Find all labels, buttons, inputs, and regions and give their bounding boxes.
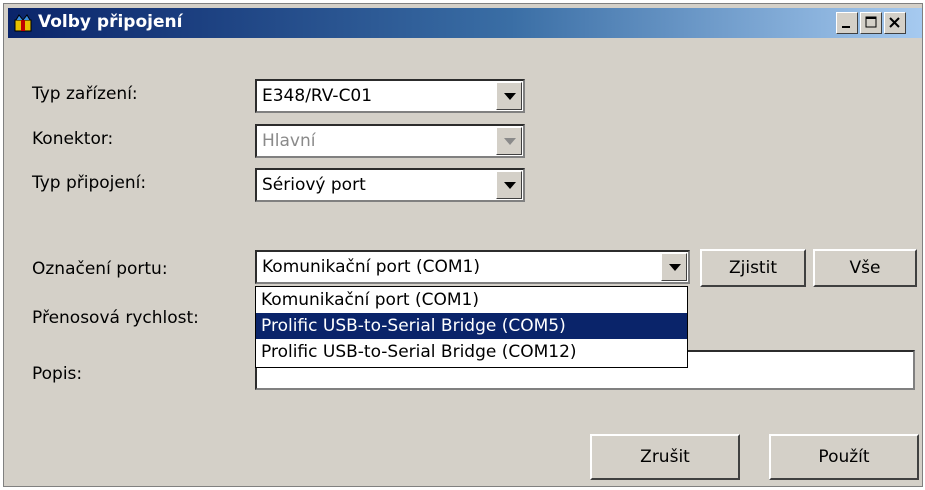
device-type-label: Typ zařízení: xyxy=(32,84,138,104)
baud-rate-label: Přenosová rychlost: xyxy=(32,308,199,328)
connector-select: Hlavní xyxy=(255,124,525,158)
device-type-select[interactable]: E348/RV-C01 xyxy=(255,79,525,113)
port-dropdown-button[interactable] xyxy=(661,253,687,281)
app-icon xyxy=(14,14,32,32)
connector-label: Konektor: xyxy=(32,129,114,149)
description-label: Popis: xyxy=(32,364,83,384)
connector-value: Hlavní xyxy=(262,131,316,151)
minimize-button[interactable] xyxy=(836,12,858,34)
cancel-button[interactable]: Zrušit xyxy=(590,434,740,480)
apply-button[interactable]: Použít xyxy=(769,434,919,480)
device-type-value: E348/RV-C01 xyxy=(262,86,373,106)
all-button[interactable]: Vše xyxy=(813,249,917,287)
connection-type-select[interactable]: Sériový port xyxy=(255,168,525,202)
close-button[interactable] xyxy=(884,12,906,34)
port-select[interactable]: Komunikační port (COM1) xyxy=(255,250,690,284)
port-label: Označení portu: xyxy=(32,259,168,279)
port-option[interactable]: Prolific USB-to-Serial Bridge (COM12) xyxy=(256,339,687,365)
connector-dropdown-button xyxy=(496,127,522,155)
window-title: Volby připojení xyxy=(38,12,183,32)
connection-type-value: Sériový port xyxy=(262,175,366,195)
detect-button[interactable]: Zjistit xyxy=(700,249,806,287)
port-value: Komunikační port (COM1) xyxy=(262,257,480,277)
chevron-down-icon xyxy=(504,138,516,145)
port-options-list[interactable]: Komunikační port (COM1) Prolific USB-to-… xyxy=(255,286,688,368)
port-option[interactable]: Komunikační port (COM1) xyxy=(256,287,687,313)
chevron-down-icon xyxy=(504,93,516,100)
device-type-dropdown-button[interactable] xyxy=(496,82,522,110)
chevron-down-icon xyxy=(504,182,516,189)
connection-type-dropdown-button[interactable] xyxy=(496,171,522,199)
connection-options-dialog: Volby připojení xyxy=(3,3,923,487)
connection-type-label: Typ připojení: xyxy=(32,173,147,193)
port-option-highlighted[interactable]: Prolific USB-to-Serial Bridge (COM5) xyxy=(256,313,687,339)
title-bar[interactable]: Volby připojení xyxy=(8,8,922,38)
maximize-button[interactable] xyxy=(860,12,882,34)
chevron-down-icon xyxy=(669,264,681,271)
